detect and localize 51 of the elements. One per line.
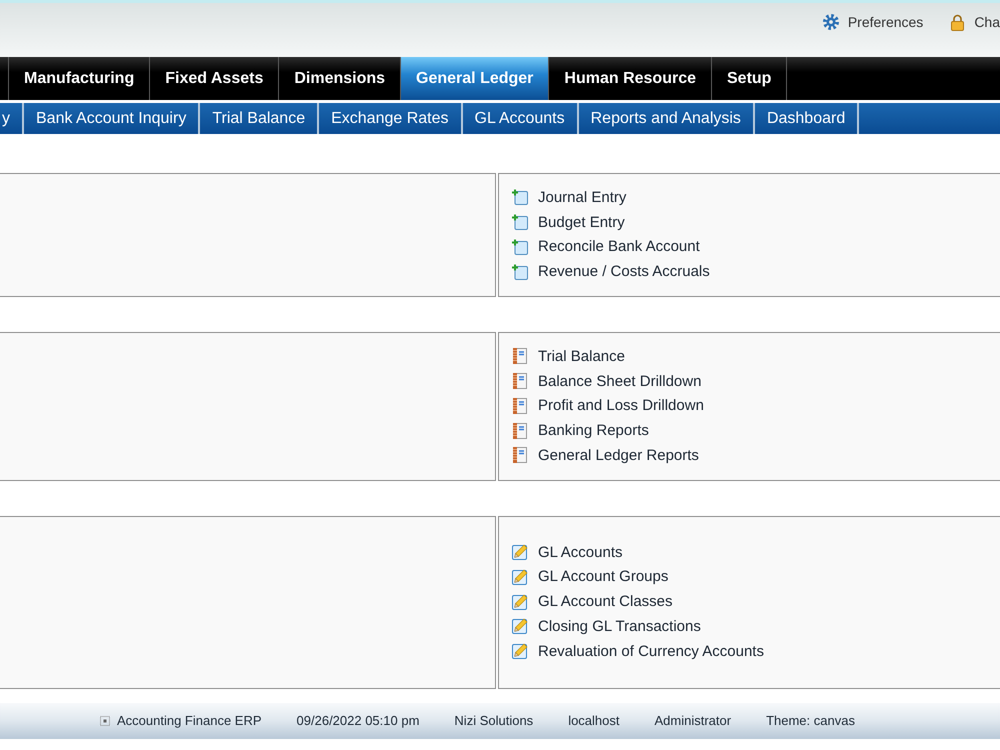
menu-link[interactable]: Profit and Loss Drilldown (512, 394, 704, 418)
menu-link[interactable]: Closing GL Transactions (512, 614, 701, 639)
menu-tab[interactable]: Setup (712, 57, 788, 100)
menu-link[interactable]: GL Accounts (512, 540, 622, 564)
submenu-tab[interactable]: Reports and Analysis (578, 103, 755, 134)
padlock-icon (950, 14, 966, 30)
submenu-tab[interactable]: Bank Account Inquiry (24, 103, 200, 134)
submenu-tab[interactable]: Dashboard (754, 103, 860, 134)
menu-link[interactable]: Reconcile Bank Account (512, 234, 700, 260)
notebook-icon (512, 398, 528, 414)
footer-text: Administrator (654, 713, 732, 728)
pencil-icon (512, 544, 528, 560)
footer-text: 09/26/2022 05:10 pm (296, 713, 420, 728)
submenu-tab[interactable]: Trial Balance (200, 103, 320, 134)
menu-tab[interactable]: Fixed Assets (150, 57, 280, 100)
document-plus-icon (512, 238, 528, 255)
menu-tab[interactable]: Manufacturing (9, 57, 150, 100)
menu-link[interactable]: Banking Reports (512, 418, 649, 443)
submenu-tab[interactable]: y (0, 103, 24, 134)
menu-link[interactable]: GL Account Classes (512, 589, 673, 614)
submenu-tab[interactable]: GL Accounts (462, 103, 579, 134)
pencil-icon (512, 643, 528, 660)
menu-link[interactable]: Balance Sheet Drilldown (512, 368, 702, 394)
document-plus-icon (512, 189, 528, 206)
menu-link[interactable]: Trial Balance (512, 344, 625, 369)
footer-text: Theme: canvas (766, 713, 855, 728)
gear-icon (822, 14, 839, 30)
header-link[interactable]: Preferences (822, 13, 924, 31)
menu-link[interactable]: GL Account Groups (512, 564, 668, 590)
document-plus-icon (512, 214, 528, 230)
footer-text: localhost (568, 713, 620, 728)
notebook-icon (512, 373, 528, 390)
document-plus-icon (512, 264, 528, 280)
menu-link[interactable]: Journal Entry (512, 185, 626, 210)
footer-text: Nizi Solutions (454, 713, 534, 728)
submenu-tab[interactable]: Exchange Rates (319, 103, 462, 134)
pencil-icon (512, 594, 528, 610)
pencil-icon (512, 618, 528, 634)
footer-text: Accounting Finance ERP (117, 713, 262, 728)
notebook-icon (512, 422, 528, 439)
menu-tab[interactable]: General Ledger (401, 57, 550, 100)
notebook-icon (512, 447, 528, 464)
dotted-square-icon (100, 716, 110, 726)
menu-link[interactable]: Revenue / Costs Accruals (512, 259, 710, 284)
menu-tab[interactable]: Human Resource (549, 57, 712, 100)
menu-link[interactable]: Budget Entry (512, 210, 625, 234)
menu-link[interactable]: General Ledger Reports (512, 443, 699, 468)
pencil-icon (512, 568, 528, 585)
header-link[interactable]: Cha (950, 13, 1000, 31)
notebook-icon (512, 348, 528, 364)
menu-link[interactable]: Revaluation of Currency Accounts (512, 638, 764, 664)
